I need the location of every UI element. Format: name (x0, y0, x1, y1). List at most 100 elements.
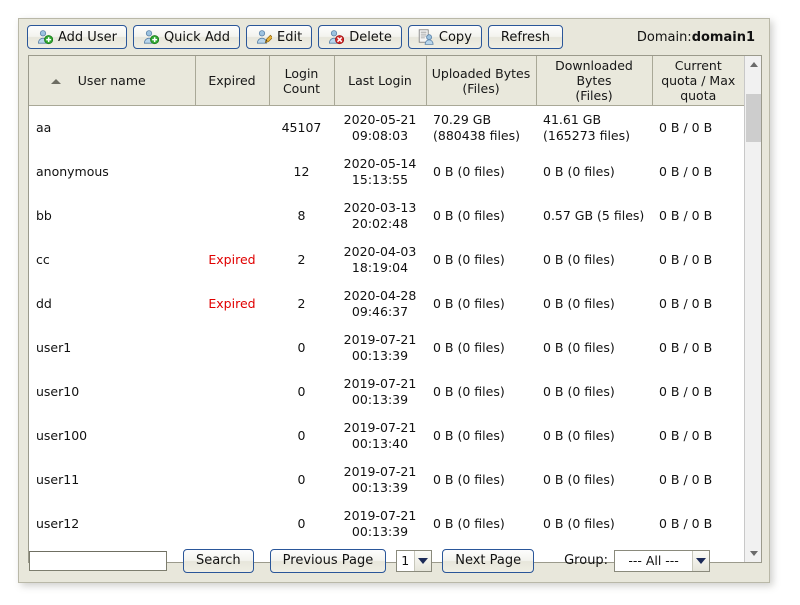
add-user-button[interactable]: Add User (27, 25, 127, 49)
user-table-container: User name Expired Login Count Last Login… (28, 55, 762, 563)
cell-quota-value: 0 B / 0 B (659, 427, 713, 443)
cell-login-count-value: 0 (297, 471, 306, 487)
user-add-icon (37, 29, 53, 45)
table-row[interactable]: bb 8 2020-03-13 20:02:48 0 B (0 files) 0.57 G… (29, 193, 744, 238)
page-number-select[interactable]: 1 (396, 549, 433, 572)
cell-user-name: dd (29, 281, 195, 326)
table-row[interactable]: user11 0 2019-07-21 00:13:39 0 B (0 files) 0 … (29, 457, 744, 502)
column-header-last-login-label: Last Login (348, 73, 412, 88)
table-row[interactable]: anonymous 12 2020-05-14 15:13:55 0 B (0 file… (29, 149, 744, 194)
cell-expired (195, 457, 269, 502)
cell-login-count-value: 2 (297, 295, 306, 311)
quick-add-button[interactable]: Quick Add (132, 25, 240, 49)
chevron-down-icon (414, 550, 432, 571)
cell-login-count-value: 2 (297, 251, 306, 267)
cell-login-count-value: 45107 (281, 119, 322, 135)
cell-quota: 0 B / 0 B (652, 457, 744, 502)
cell-last-login: 2019-07-21 00:13:39 (334, 369, 426, 414)
cell-expired: Expired (195, 237, 269, 282)
cell-user-name-value: user10 (36, 383, 80, 399)
group-label: Group: (564, 553, 609, 568)
cell-downloaded: 0 B (0 files) (536, 325, 652, 370)
refresh-label: Refresh (500, 29, 550, 45)
cell-last-login-line1: 2019-07-21 (343, 463, 417, 479)
edit-button[interactable]: Edit (246, 25, 313, 49)
column-header-quota-line2: quota (680, 88, 717, 103)
column-header-downloaded-bytes[interactable]: Downloaded Bytes (Files) (536, 56, 653, 106)
user-table: User name Expired Login Count Last Login… (29, 56, 744, 546)
cell-user-name: user100 (29, 413, 195, 458)
cell-last-login-time: 18:19:04 (351, 259, 409, 275)
cell-login-count-value: 0 (297, 515, 306, 531)
table-row[interactable]: user1 0 2019-07-21 00:13:39 0 B (0 files) 0 B… (29, 325, 744, 370)
cell-last-login-time: 00:13:40 (351, 435, 409, 451)
column-header-quota[interactable]: Current quota / Max quota (652, 56, 744, 106)
cell-downloaded-line1: 0 B (0 files) (543, 427, 615, 443)
cell-last-login-line1: 2019-07-21 (343, 375, 417, 391)
cell-expired-value: Expired (208, 295, 256, 311)
cell-quota: 0 B / 0 B (652, 149, 744, 194)
scrollbar-thumb[interactable] (746, 94, 761, 142)
cell-downloaded-line1: 0 B (0 files) (543, 471, 615, 487)
copy-button[interactable]: Copy (407, 25, 482, 49)
group-select[interactable]: --- All --- (614, 549, 711, 572)
table-row[interactable]: user10 0 2019-07-21 00:13:39 0 B (0 files) 0 … (29, 369, 744, 414)
table-row[interactable]: cc Expired 2 2020-04-03 18:19:04 0 B (0 files… (29, 237, 744, 282)
cell-downloaded: 0 B (0 files) (536, 237, 652, 282)
cell-user-name-value: cc (36, 251, 50, 267)
delete-button[interactable]: Delete (318, 25, 402, 49)
user-edit-icon (256, 29, 272, 45)
delete-label: Delete (349, 29, 392, 45)
cell-login-count-value: 0 (297, 427, 306, 443)
cell-last-login-line1: 2020-04-03 (343, 243, 417, 259)
table-row[interactable]: dd Expired 2 2020-04-28 09:46:37 0 B (0 files… (29, 281, 744, 326)
cell-uploaded-line1: 0 B (0 files) (433, 515, 505, 531)
column-header-last-login[interactable]: Last Login (334, 56, 427, 106)
refresh-button[interactable]: Refresh (487, 25, 563, 49)
quick-add-label: Quick Add (163, 29, 230, 45)
cell-login-count-value: 0 (297, 383, 306, 399)
column-header-user-name[interactable]: User name (29, 56, 196, 106)
cell-quota: 0 B / 0 B (652, 325, 744, 370)
column-header-login-count[interactable]: Login Count (269, 56, 335, 106)
cell-quota-value: 0 B / 0 B (659, 251, 713, 267)
column-header-downloaded-line1: Downloaded Bytes (555, 58, 633, 88)
cell-user-name: user11 (29, 457, 195, 502)
cell-last-login-time: 00:13:39 (351, 347, 409, 363)
next-page-button[interactable]: Next Page (442, 548, 535, 573)
cell-user-name: bb (29, 193, 195, 238)
chevron-down-icon (692, 550, 710, 571)
cell-user-name-value: dd (36, 295, 52, 311)
cell-expired: Expired (195, 281, 269, 326)
cell-quota-value: 0 B / 0 B (659, 383, 713, 399)
cell-last-login-line1: 2019-07-21 (343, 419, 417, 435)
cell-last-login-time: 15:13:55 (351, 171, 409, 187)
search-input[interactable] (29, 550, 167, 571)
cell-last-login-line1: 2020-05-21 (343, 111, 417, 127)
cell-expired (195, 369, 269, 414)
cell-uploaded: 0 B (0 files) (426, 193, 536, 238)
column-header-uploaded-bytes[interactable]: Uploaded Bytes (Files) (426, 56, 537, 106)
cell-login-count-value: 12 (293, 163, 310, 179)
cell-uploaded-line1: 0 B (0 files) (433, 427, 505, 443)
cell-downloaded-line1: 0 B (0 files) (543, 339, 615, 355)
scroll-up-button[interactable] (745, 56, 761, 73)
previous-page-button[interactable]: Previous Page (269, 548, 387, 573)
cell-login-count-value: 0 (297, 339, 306, 355)
cell-quota: 0 B / 0 B (652, 281, 744, 326)
cell-quota: 0 B / 0 B (652, 105, 744, 150)
cell-uploaded: 0 B (0 files) (426, 413, 536, 458)
table-row[interactable]: aa 45107 2020-05-21 09:08:03 70.29 GB (880438… (29, 105, 744, 150)
cell-last-login-time: 20:02:48 (351, 215, 409, 231)
table-vertical-scrollbar[interactable] (744, 56, 761, 562)
cell-downloaded-files: (165273 files) (543, 127, 630, 143)
user-add-icon (143, 29, 159, 45)
cell-user-name-value: user12 (36, 515, 80, 531)
table-row[interactable]: user100 0 2019-07-21 00:13:40 0 B (0 files) 0… (29, 413, 744, 458)
column-header-expired[interactable]: Expired (195, 56, 270, 106)
cell-quota: 0 B / 0 B (652, 237, 744, 282)
cell-downloaded: 0 B (0 files) (536, 281, 652, 326)
search-button[interactable]: Search (183, 548, 254, 573)
cell-last-login-line1: 2019-07-21 (343, 331, 417, 347)
cell-last-login-time: 09:08:03 (351, 127, 409, 143)
